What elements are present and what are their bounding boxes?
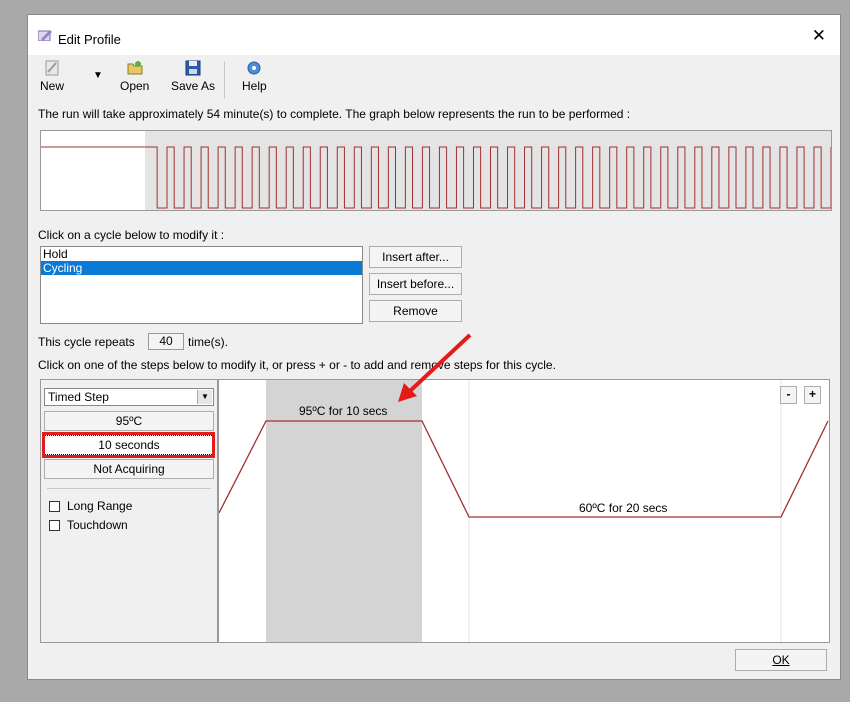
toolbar: New ▼ Open Save As Help	[28, 55, 840, 103]
cycle-item-hold[interactable]: Hold	[41, 247, 362, 261]
long-range-label: Long Range	[67, 499, 133, 513]
remove-step-button[interactable]: -	[780, 386, 797, 404]
close-icon[interactable]: ✕	[812, 26, 826, 46]
open-folder-icon	[127, 61, 143, 75]
repeat-count-input[interactable]: 40	[148, 333, 184, 350]
window-title: Edit Profile	[58, 32, 121, 47]
cycle-step-graph[interactable]: 95ºC for 10 secs 60ºC for 20 secs - +	[218, 379, 830, 643]
open-label: Open	[120, 79, 150, 93]
touchdown-label: Touchdown	[67, 518, 128, 532]
save-as-button[interactable]: Save As	[171, 59, 215, 93]
edit-profile-window: Edit Profile ✕ New ▼ Open Save As Help T…	[27, 14, 841, 680]
new-dropdown-arrow-icon[interactable]: ▼	[93, 70, 103, 81]
help-icon	[247, 61, 261, 75]
new-button[interactable]: New	[40, 59, 64, 93]
save-disk-icon	[185, 60, 201, 76]
steps-prompt: Click on one of the steps below to modif…	[38, 358, 556, 372]
insert-after-button[interactable]: Insert after...	[369, 246, 462, 268]
acquiring-field[interactable]: Not Acquiring	[44, 459, 214, 479]
edit-profile-icon	[38, 30, 52, 41]
title-bar: Edit Profile ✕	[28, 15, 840, 55]
insert-before-button[interactable]: Insert before...	[369, 273, 462, 295]
add-step-button[interactable]: +	[804, 386, 821, 404]
step-type-select[interactable]: Timed Step ▼	[44, 388, 214, 406]
new-label: New	[40, 79, 65, 93]
help-button[interactable]: Help	[242, 59, 267, 93]
step-duration-field[interactable]: 10 seconds	[44, 435, 214, 455]
run-overview-graph[interactable]	[40, 130, 832, 211]
open-button[interactable]: Open	[120, 59, 149, 93]
run-overview-trace	[41, 131, 831, 211]
save-as-label: Save As	[171, 79, 216, 93]
cycle-list[interactable]: Hold Cycling	[40, 246, 363, 324]
cycle-item-cycling[interactable]: Cycling	[41, 261, 362, 275]
hold-segment[interactable]	[41, 131, 145, 211]
run-info-text: The run will take approximately 54 minut…	[38, 107, 631, 121]
ok-label: OK	[772, 653, 790, 667]
step-graph-canvas	[219, 380, 829, 643]
new-document-icon	[45, 60, 59, 76]
step-editor-panel: Timed Step ▼ 95ºC 10 seconds Not Acquiri…	[40, 379, 218, 643]
step-temperature-field[interactable]: 95ºC	[44, 411, 214, 431]
step1-label[interactable]: 95ºC for 10 secs	[299, 404, 387, 418]
repeat-prefix: This cycle repeats	[38, 335, 135, 349]
touchdown-checkbox[interactable]	[49, 520, 60, 531]
cycle-prompt: Click on a cycle below to modify it :	[38, 228, 225, 242]
long-range-checkbox[interactable]	[49, 501, 60, 512]
step-type-value: Timed Step	[48, 390, 109, 404]
repeat-suffix: time(s).	[188, 335, 228, 349]
ok-button[interactable]: OK	[735, 649, 827, 671]
help-label: Help	[242, 79, 267, 93]
selected-step-area[interactable]	[266, 380, 422, 643]
remove-button[interactable]: Remove	[369, 300, 462, 322]
toolbar-separator	[224, 61, 225, 99]
step2-label[interactable]: 60ºC for 20 secs	[579, 501, 667, 515]
panel-divider	[47, 488, 211, 489]
chevron-down-icon[interactable]: ▼	[197, 390, 212, 404]
